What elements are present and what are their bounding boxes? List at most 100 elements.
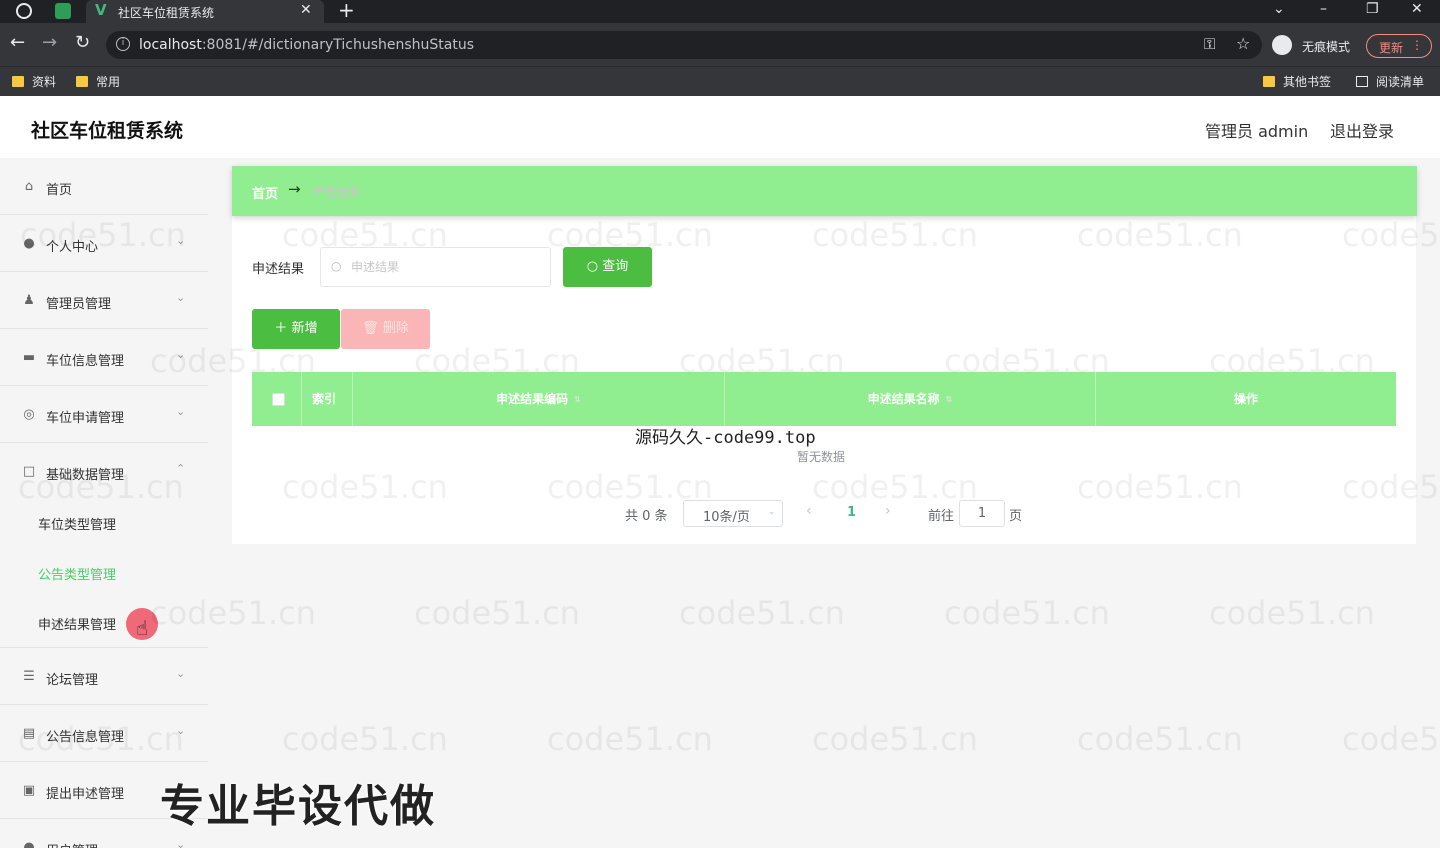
new-tab-icon[interactable]: + xyxy=(338,0,355,22)
folder-icon xyxy=(1263,76,1275,87)
goto-page-input[interactable]: 1 xyxy=(959,500,1005,527)
watermark: code51.cn xyxy=(547,720,713,758)
submenu-notice-type[interactable]: 公告类型管理 xyxy=(38,564,116,583)
tab-close-icon[interactable]: ✕ xyxy=(300,2,312,18)
menu-label: 公告信息管理 xyxy=(46,730,125,745)
watermark: code51.cn xyxy=(679,594,845,632)
plus-icon: ＋ xyxy=(274,321,292,336)
address-bar: ← → ↻ i localhost:8081/#/dictionaryTichu… xyxy=(0,23,1440,66)
watermark: code51.cn xyxy=(944,594,1110,632)
incognito-icon xyxy=(1272,35,1292,55)
restore-icon[interactable]: ❐ xyxy=(1366,1,1379,17)
incognito-label: 无痕模式 xyxy=(1302,40,1351,54)
close-window-icon[interactable]: ✕ xyxy=(1411,1,1423,17)
breadcrumb: 首页 → 申述结果 xyxy=(232,166,1417,216)
admin-icon: ♟ xyxy=(23,293,35,308)
current-user: 管理员 admin xyxy=(1205,122,1309,141)
bookmark-folder-materials[interactable]: 资料 xyxy=(12,73,56,90)
menu-item-home[interactable]: ⌂ 首页 xyxy=(0,158,208,215)
chevron-down-icon: ⌄ xyxy=(176,291,186,304)
menu-label: 车位信息管理 xyxy=(46,354,125,369)
forward-icon[interactable]: → xyxy=(42,32,57,53)
chevron-up-icon: ⌃ xyxy=(176,462,186,475)
car-icon: ▬ xyxy=(22,350,36,365)
app-header: 社区车位租赁系统 管理员 admin 退出登录 xyxy=(0,96,1440,158)
query-button[interactable]: ○ 查询 xyxy=(563,247,652,287)
page-number[interactable]: 1 xyxy=(847,505,856,520)
watermark: code51.cn xyxy=(1209,594,1375,632)
reload-icon[interactable]: ↻ xyxy=(75,32,90,53)
watermark: code51.cn xyxy=(414,594,580,632)
overlay-site-text: 源码久久-code99.top xyxy=(635,428,816,448)
submenu-appeal-result[interactable]: 申述结果管理 xyxy=(38,614,116,633)
menu-label: 基础数据管理 xyxy=(46,468,125,483)
page-suffix: 页 xyxy=(1009,509,1023,524)
next-page-icon[interactable]: › xyxy=(885,503,891,519)
menu-label: 车位申请管理 xyxy=(46,411,125,426)
app-viewport: .cn code51.cn code51.cn code51.cn code51… xyxy=(0,96,1440,848)
pagination-total: 共 0 条 xyxy=(625,509,668,524)
delete-button[interactable]: 🗑 删除 xyxy=(341,309,430,349)
url-field[interactable]: i localhost:8081/#/dictionaryTichushensh… xyxy=(106,31,1262,59)
bookmark-folder-common[interactable]: 常用 xyxy=(76,73,120,90)
trash-icon: 🗑 xyxy=(362,321,383,336)
message-icon: ▤ xyxy=(22,726,36,741)
chevron-down-icon: ⌄ xyxy=(176,348,186,361)
watermark: code51.cn xyxy=(1342,720,1440,758)
tab-search-icon[interactable]: ⌄ xyxy=(1273,1,1285,17)
bookmarks-bar: 资料 常用 其他书签 阅读清单 xyxy=(0,66,1440,96)
menu-item-forum[interactable]: ☰ 论坛管理 ⌄ xyxy=(0,648,208,705)
menu-item-parking-apply[interactable]: ◎ 车位申请管理 ⌄ xyxy=(0,386,208,443)
search-input[interactable] xyxy=(351,257,541,277)
key-icon[interactable]: ⚿ xyxy=(1204,35,1215,53)
folder-icon xyxy=(76,76,88,87)
table-empty-text: 暂无数据 xyxy=(797,450,846,464)
search-icon: ○ xyxy=(586,259,603,274)
submenu-parking-type[interactable]: 车位类型管理 xyxy=(38,514,116,533)
menu-item-admin[interactable]: ♟ 管理员管理 ⌄ xyxy=(0,272,208,329)
menu-item-profile[interactable]: ● 个人中心 ⌄ xyxy=(0,215,208,272)
overlay-ad-text: 专业毕设代做 xyxy=(160,781,436,832)
site-info-icon[interactable]: i xyxy=(116,37,130,51)
select-all-checkbox[interactable] xyxy=(272,393,285,406)
user-icon: ● xyxy=(23,236,35,251)
column-index: 索引 xyxy=(302,372,353,426)
menu-item-base-data[interactable]: □ 基础数据管理 ⌃ xyxy=(0,443,208,500)
pinned-tab-icon[interactable] xyxy=(55,3,71,19)
reading-list-icon xyxy=(1356,76,1368,87)
breadcrumb-home[interactable]: 首页 xyxy=(252,183,278,202)
menu-label: 首页 xyxy=(46,183,73,198)
goto-label: 前往 xyxy=(928,509,955,524)
minimize-icon[interactable]: – xyxy=(1320,1,1327,17)
home-icon: ⌂ xyxy=(24,179,34,194)
prev-page-icon[interactable]: ‹ xyxy=(806,503,812,519)
update-button[interactable]: 更新 ⋮ xyxy=(1366,34,1432,58)
box-icon: □ xyxy=(22,464,36,479)
bookmark-star-icon[interactable]: ☆ xyxy=(1236,34,1250,53)
watermark: code51.cn xyxy=(1077,720,1243,758)
search-field[interactable]: ○ xyxy=(320,247,551,287)
chevron-down-icon: ⌄ xyxy=(176,405,186,418)
hand-cursor-icon: ☝ xyxy=(136,616,149,640)
browser-tab-bar: V 社区车位租赁系统 ✕ + ⌄ – ❐ ✕ xyxy=(0,0,1440,23)
search-icon: ○ xyxy=(331,259,342,273)
compass-icon: ◎ xyxy=(23,407,35,422)
page-size-select[interactable]: 10条/页 ⌄ xyxy=(683,500,783,527)
menu-item-parking-info[interactable]: ▬ 车位信息管理 ⌄ xyxy=(0,329,208,386)
sort-icon[interactable]: ⇅ xyxy=(946,373,953,427)
logout-link[interactable]: 退出登录 xyxy=(1330,118,1394,142)
chevron-down-icon: ⌄ xyxy=(176,234,186,247)
menu-label: 论坛管理 xyxy=(46,673,99,688)
sort-icon[interactable]: ⇅ xyxy=(574,373,581,427)
column-code[interactable]: 申述结果编码 ⇅ xyxy=(353,372,725,426)
select-all-column xyxy=(252,372,302,426)
column-actions: 操作 xyxy=(1233,392,1258,406)
back-icon[interactable]: ← xyxy=(10,32,25,53)
bookmark-folder-other[interactable]: 其他书签 xyxy=(1263,73,1331,90)
menu-item-notice[interactable]: ▤ 公告信息管理 ⌄ xyxy=(0,705,208,762)
reading-list[interactable]: 阅读清单 xyxy=(1356,73,1424,90)
tab-title: 社区车位租赁系统 xyxy=(118,6,215,20)
column-name[interactable]: 申述结果名称 ⇅ xyxy=(725,372,1096,426)
add-button[interactable]: ＋ 新增 xyxy=(252,309,340,349)
chevron-down-icon: ⌄ xyxy=(176,838,186,848)
